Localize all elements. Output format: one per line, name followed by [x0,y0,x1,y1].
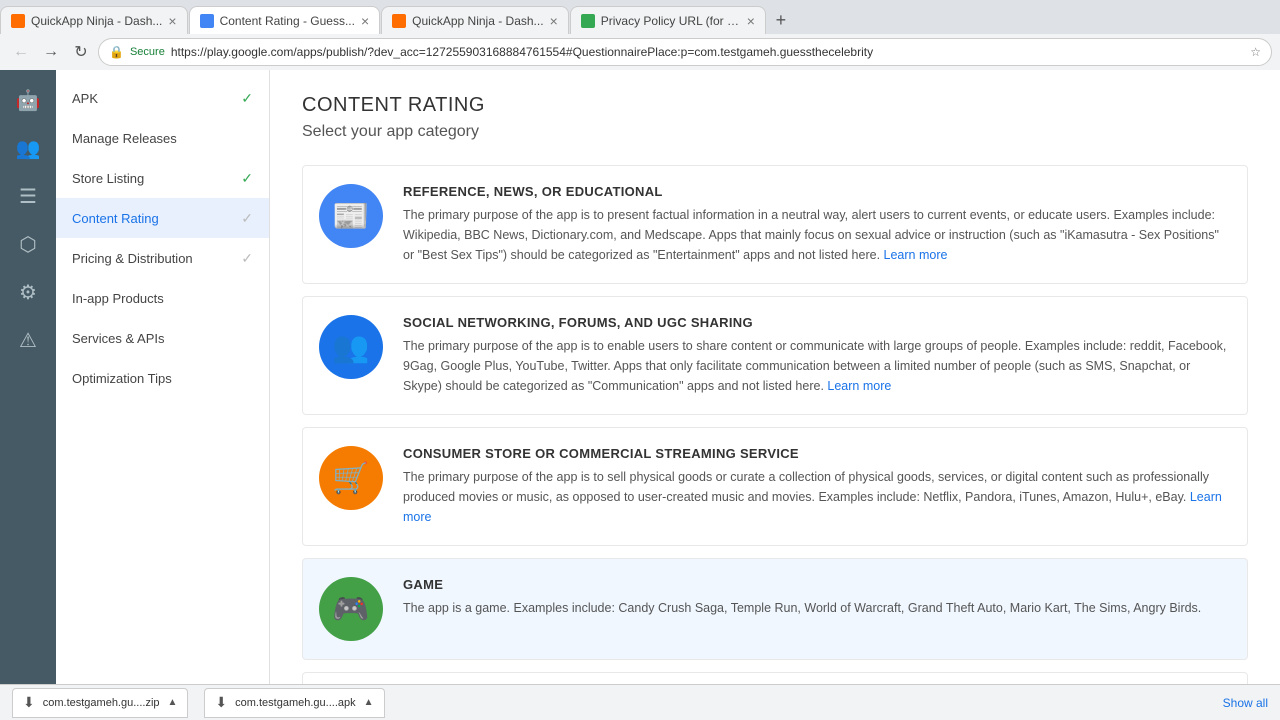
nav-item-label: Store Listing [72,171,144,186]
tab-favicon [581,14,595,28]
sidebar-icons: 🤖 👥 ☰ ⬡ ⚙ ⚠ [0,70,56,720]
tab-title: Privacy Policy URL (for G... [601,14,741,28]
new-tab-button[interactable]: + [767,6,795,34]
forward-button[interactable]: → [38,39,64,65]
category-card-reference[interactable]: 📰 REFERENCE, NEWS, OR EDUCATIONAL The pr… [302,165,1248,284]
tab-close-button[interactable]: × [168,13,176,29]
address-bar[interactable]: 🔒 Secure https://play.google.com/apps/pu… [98,38,1272,66]
browser-tab-tab1[interactable]: QuickApp Ninja - Dash... × [0,6,188,34]
category-name: CONSUMER STORE OR COMMERCIAL STREAMING S… [403,446,1231,461]
nav-item-label: Pricing & Distribution [72,251,193,266]
show-all-button[interactable]: Show all [1223,696,1268,710]
nav-bar: ← → ↻ 🔒 Secure https://play.google.com/a… [0,34,1280,70]
category-icon-social: 👥 [319,315,383,379]
category-card-game[interactable]: 🎮 GAME The app is a game. Examples inclu… [302,558,1248,660]
nav-item-apk[interactable]: APK ✓ [56,78,269,118]
nav-item-store-listing[interactable]: Store Listing ✓ [56,158,269,198]
tab-close-button[interactable]: × [361,13,369,29]
tab-close-button[interactable]: × [550,13,558,29]
list-icon[interactable]: ☰ [8,176,48,216]
category-list: 📰 REFERENCE, NEWS, OR EDUCATIONAL The pr… [302,165,1248,720]
chevron-up-icon: ▲ [364,697,374,708]
people-icon[interactable]: 👥 [8,128,48,168]
category-text-reference: REFERENCE, NEWS, OR EDUCATIONAL The prim… [403,184,1231,265]
download-item-dl2[interactable]: ⬇ com.testgameh.gu....apk ▲ [204,688,384,718]
tab-favicon [11,14,25,28]
browser-tab-tab2[interactable]: Content Rating - Guess... × [189,6,381,34]
category-desc: The app is a game. Examples include: Can… [403,598,1231,618]
main-content: CONTENT RATING Select your app category … [270,70,1280,720]
bottom-bar: ⬇ com.testgameh.gu....zip ▲ ⬇ com.testga… [0,684,1280,720]
category-text-consumer: CONSUMER STORE OR COMMERCIAL STREAMING S… [403,446,1231,527]
browser-chrome: QuickApp Ninja - Dash... × Content Ratin… [0,0,1280,70]
category-text-game: GAME The app is a game. Examples include… [403,577,1231,618]
category-desc: The primary purpose of the app is to sel… [403,467,1231,527]
download-icon: ⬇ [23,694,35,711]
reload-button[interactable]: ↻ [68,39,94,65]
left-nav: APK ✓ Manage Releases Store Listing ✓ Co… [56,70,270,720]
lock-icon: 🔒 [109,45,124,59]
download-item-dl1[interactable]: ⬇ com.testgameh.gu....zip ▲ [12,688,188,718]
url-text: https://play.google.com/apps/publish/?de… [171,45,1244,59]
category-name: SOCIAL NETWORKING, FORUMS, AND UGC SHARI… [403,315,1231,330]
settings-icon[interactable]: ⚙ [8,272,48,312]
category-desc: The primary purpose of the app is to ena… [403,336,1231,396]
browser-tab-tab3[interactable]: QuickApp Ninja - Dash... × [381,6,569,34]
nav-item-label: Optimization Tips [72,371,172,386]
tab-title: QuickApp Ninja - Dash... [31,14,162,28]
learn-more-link[interactable]: Learn more [403,490,1222,524]
category-desc: The primary purpose of the app is to pre… [403,205,1231,265]
back-button[interactable]: ← [8,39,34,65]
pending-icon: ✓ [241,250,253,267]
nav-item-label: Manage Releases [72,131,177,146]
bookmark-icon[interactable]: ☆ [1250,45,1261,59]
category-name: GAME [403,577,1231,592]
warning-icon[interactable]: ⚠ [8,320,48,360]
download-filename: com.testgameh.gu....apk [235,697,355,709]
tab-favicon [392,14,406,28]
category-card-consumer[interactable]: 🛒 CONSUMER STORE OR COMMERCIAL STREAMING… [302,427,1248,546]
page-title: CONTENT RATING [302,94,1248,117]
nav-item-optimization[interactable]: Optimization Tips [56,358,269,398]
category-card-social[interactable]: 👥 SOCIAL NETWORKING, FORUMS, AND UGC SHA… [302,296,1248,415]
tab-bar: QuickApp Ninja - Dash... × Content Ratin… [0,0,1280,34]
download-filename: com.testgameh.gu....zip [43,697,160,709]
nav-item-label: In-app Products [72,291,164,306]
nav-item-label: Services & APIs [72,331,164,346]
page-subtitle: Select your app category [302,123,1248,141]
category-icon-game: 🎮 [319,577,383,641]
category-icon-reference: 📰 [319,184,383,248]
nav-item-manage-releases[interactable]: Manage Releases [56,118,269,158]
learn-more-link[interactable]: Learn more [884,248,948,262]
download-icon: ⬇ [215,694,227,711]
check-icon: ✓ [241,90,253,107]
nav-item-in-app-products[interactable]: In-app Products [56,278,269,318]
nav-item-content-rating[interactable]: Content Rating ✓ [56,198,269,238]
tab-close-button[interactable]: × [747,13,755,29]
pending-icon: ✓ [241,210,253,227]
nav-item-label: APK [72,91,98,106]
app-container: 🤖 👥 ☰ ⬡ ⚙ ⚠ APK ✓ Manage Releases Store Listi… [0,70,1280,720]
browser-tab-tab4[interactable]: Privacy Policy URL (for G... × [570,6,766,34]
category-icon-consumer: 🛒 [319,446,383,510]
tab-favicon [200,14,214,28]
android-icon[interactable]: 🤖 [8,80,48,120]
chevron-up-icon: ▲ [168,697,178,708]
nav-item-pricing[interactable]: Pricing & Distribution ✓ [56,238,269,278]
category-text-social: SOCIAL NETWORKING, FORUMS, AND UGC SHARI… [403,315,1231,396]
secure-text: Secure [130,46,165,58]
check-icon: ✓ [241,170,253,187]
tab-title: Content Rating - Guess... [220,14,355,28]
nav-item-label: Content Rating [72,211,159,226]
learn-more-link[interactable]: Learn more [827,379,891,393]
tab-title: QuickApp Ninja - Dash... [412,14,543,28]
layers-icon[interactable]: ⬡ [8,224,48,264]
nav-item-services-apis[interactable]: Services & APIs [56,318,269,358]
category-name: REFERENCE, NEWS, OR EDUCATIONAL [403,184,1231,199]
